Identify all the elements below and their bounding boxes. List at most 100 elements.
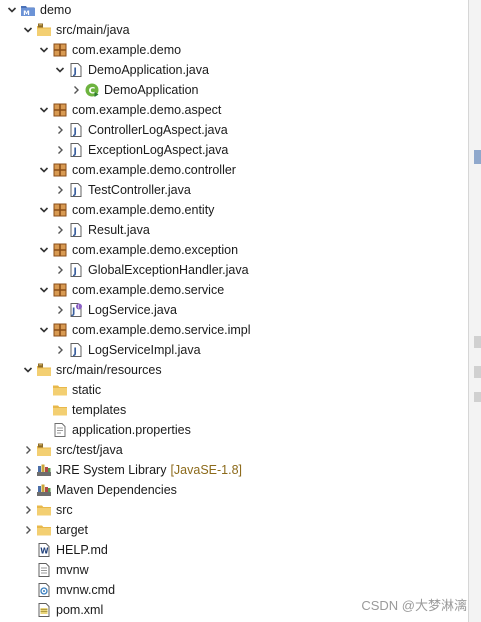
svg-text:J: J	[73, 347, 77, 357]
chevron-down-icon[interactable]	[6, 2, 18, 18]
svg-text:J: J	[73, 67, 77, 77]
tree-item-target[interactable]: target	[0, 520, 468, 540]
view-tab-marker[interactable]	[474, 392, 481, 402]
tree-item-label: src/main/java	[56, 23, 130, 37]
chevron-down-icon[interactable]	[38, 202, 50, 218]
chevron-right-icon[interactable]	[54, 222, 66, 238]
tree-item-com-example-demo-service-impl[interactable]: com.example.demo.service.impl	[0, 320, 468, 340]
source-folder-icon	[36, 442, 52, 458]
tree-item-com-example-demo-exception[interactable]: com.example.demo.exception	[0, 240, 468, 260]
tree-item-label: mvnw.cmd	[56, 583, 116, 597]
package-icon	[52, 322, 68, 338]
tree-item-static[interactable]: static	[0, 380, 468, 400]
scroll-marker[interactable]	[474, 150, 481, 164]
tree-item-globalexceptionhandler-java[interactable]: J GlobalExceptionHandler.java	[0, 260, 468, 280]
chevron-down-icon[interactable]	[22, 362, 34, 378]
view-tab-marker[interactable]	[474, 366, 481, 378]
tree-item-logserviceimpl-java[interactable]: J LogServiceImpl.java	[0, 340, 468, 360]
tree-item-label: GlobalExceptionHandler.java	[88, 263, 249, 277]
package-icon	[52, 102, 68, 118]
tree-item-demo[interactable]: Mdemo	[0, 0, 468, 20]
chevron-right-icon[interactable]	[54, 262, 66, 278]
tree-item-label: com.example.demo.aspect	[72, 103, 222, 117]
svg-text:M: M	[23, 9, 29, 17]
tree-item-help-md[interactable]: W HELP.md	[0, 540, 468, 560]
svg-text:W: W	[40, 547, 49, 556]
view-tab-marker[interactable]	[474, 336, 481, 348]
chevron-down-icon[interactable]	[38, 162, 50, 178]
tree-item-src-main-java[interactable]: src/main/java	[0, 20, 468, 40]
tree-item-exceptionlogaspect-java[interactable]: J ExceptionLogAspect.java	[0, 140, 468, 160]
chevron-down-icon[interactable]	[38, 322, 50, 338]
chevron-right-icon[interactable]	[70, 82, 82, 98]
svg-text:J: J	[73, 267, 77, 277]
chevron-right-icon[interactable]	[54, 302, 66, 318]
properties-file-icon	[52, 422, 68, 438]
tree-item-label: HELP.md	[56, 543, 108, 557]
folder-icon	[36, 502, 52, 518]
tree-item-demoapplication-java[interactable]: J DemoApplication.java	[0, 60, 468, 80]
tree-item-label: static	[72, 383, 102, 397]
package-icon	[52, 42, 68, 58]
chevron-right-icon[interactable]	[22, 522, 34, 538]
chevron-down-icon[interactable]	[38, 282, 50, 298]
chevron-down-icon[interactable]	[22, 22, 34, 38]
tree-item-templates[interactable]: templates	[0, 400, 468, 420]
spring-boot-class-icon: C	[84, 82, 100, 98]
chevron-right-icon[interactable]	[54, 142, 66, 158]
cmd-file-icon	[36, 582, 52, 598]
tree-item-src-test-java[interactable]: src/test/java	[0, 440, 468, 460]
tree-item-testcontroller-java[interactable]: J TestController.java	[0, 180, 468, 200]
tree-item-demoapplication[interactable]: C DemoApplication	[0, 80, 468, 100]
chevron-down-icon[interactable]	[38, 102, 50, 118]
tree-item-application-properties[interactable]: application.properties	[0, 420, 468, 440]
tree-item-controllerlogaspect-java[interactable]: J ControllerLogAspect.java	[0, 120, 468, 140]
chevron-right-icon[interactable]	[54, 122, 66, 138]
tree-item-label: src/test/java	[56, 443, 123, 457]
svg-text:J: J	[73, 227, 77, 237]
package-icon	[52, 162, 68, 178]
tree-item-label: LogServiceImpl.java	[88, 343, 201, 357]
tree-item-result-java[interactable]: J Result.java	[0, 220, 468, 240]
java-interface-file-icon: JI	[68, 302, 84, 318]
chevron-down-icon[interactable]	[54, 62, 66, 78]
package-icon	[52, 202, 68, 218]
tree-item-maven-dependencies[interactable]: Maven Dependencies	[0, 480, 468, 500]
tree-item-com-example-demo-controller[interactable]: com.example.demo.controller	[0, 160, 468, 180]
tree-item-label: demo	[40, 3, 72, 17]
tree-item-src-main-resources[interactable]: src/main/resources	[0, 360, 468, 380]
chevron-right-icon[interactable]	[54, 182, 66, 198]
watermark: CSDN @大梦淋漓	[361, 598, 467, 613]
library-icon	[36, 462, 52, 478]
tree-item-src[interactable]: src	[0, 500, 468, 520]
chevron-right-icon[interactable]	[22, 482, 34, 498]
tree-item-com-example-demo-service[interactable]: com.example.demo.service	[0, 280, 468, 300]
java-file-icon: J	[68, 122, 84, 138]
tree-item-label: com.example.demo.exception	[72, 243, 239, 257]
tree-item-label: mvnw	[56, 563, 89, 577]
chevron-right-icon[interactable]	[22, 462, 34, 478]
tree-item-mvnw[interactable]: mvnw	[0, 560, 468, 580]
project-icon: M	[20, 2, 36, 18]
java-file-icon: J	[68, 142, 84, 158]
tree-item-com-example-demo[interactable]: com.example.demo	[0, 40, 468, 60]
tree-item-com-example-demo-entity[interactable]: com.example.demo.entity	[0, 200, 468, 220]
tree-item-com-example-demo-aspect[interactable]: com.example.demo.aspect	[0, 100, 468, 120]
svg-text:J: J	[73, 187, 77, 197]
svg-text:J: J	[73, 147, 77, 157]
tree-item-label: templates	[72, 403, 127, 417]
chevron-right-icon[interactable]	[22, 502, 34, 518]
chevron-down-icon[interactable]	[38, 42, 50, 58]
adjacent-view-edge	[468, 0, 481, 622]
chevron-right-icon[interactable]	[54, 342, 66, 358]
tree-item-label: ExceptionLogAspect.java	[88, 143, 229, 157]
chevron-down-icon[interactable]	[38, 242, 50, 258]
tree-item-jre-system-library[interactable]: JRE System Library [JavaSE-1.8]	[0, 460, 468, 480]
chevron-right-icon[interactable]	[22, 442, 34, 458]
tree-item-label: JRE System Library [JavaSE-1.8]	[56, 463, 243, 477]
markdown-file-icon: W	[36, 542, 52, 558]
svg-text:J: J	[73, 127, 77, 137]
tree-item-label: LogService.java	[88, 303, 177, 317]
tree-item-logservice-java[interactable]: J I LogService.java	[0, 300, 468, 320]
tree-item-label: ControllerLogAspect.java	[88, 123, 228, 137]
